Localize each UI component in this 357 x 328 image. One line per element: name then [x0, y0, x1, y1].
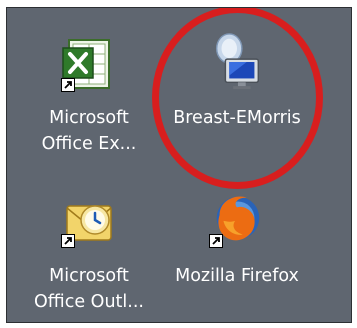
- breast-emorris-label: Breast-EMorris: [173, 108, 301, 128]
- firefox-shortcut[interactable]: Mozilla Firefox: [167, 186, 307, 316]
- firefox-label: Mozilla Firefox: [175, 266, 299, 286]
- excel-label-line1: Microsoft: [49, 108, 129, 128]
- breast-emorris-shortcut[interactable]: Breast-EMorris: [167, 30, 307, 160]
- excel-shortcut[interactable]: Microsoft Office Ex...: [19, 30, 159, 180]
- excel-label-line2: Office Ex...: [41, 134, 137, 154]
- shortcut-arrow-icon: [61, 234, 75, 248]
- shortcut-arrow-icon: [61, 78, 75, 92]
- outlook-label-line1: Microsoft: [49, 266, 129, 286]
- remote-desktop-icon: [215, 33, 260, 90]
- outlook-shortcut[interactable]: Microsoft Office Outl...: [19, 186, 159, 316]
- shortcut-arrow-icon: [209, 234, 223, 248]
- desktop: Microsoft Office Ex... Breast-EMorris Mi…: [6, 7, 352, 323]
- outlook-label-line2: Office Outl...: [34, 292, 144, 312]
